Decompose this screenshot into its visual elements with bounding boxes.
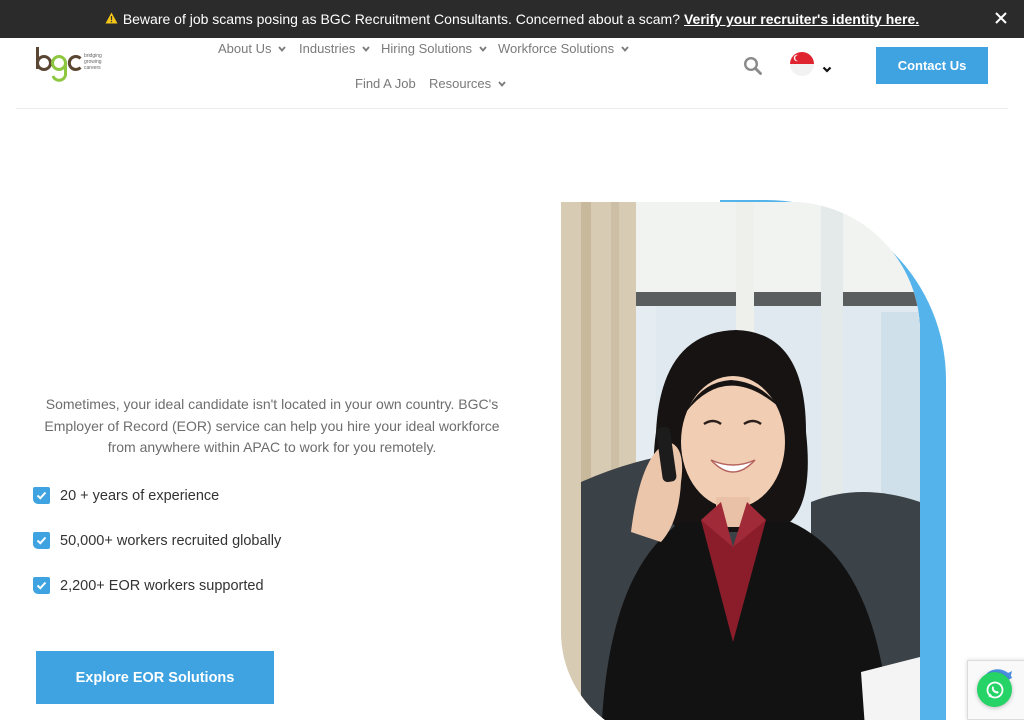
- stat-item: 50,000+ workers recruited globally: [32, 531, 281, 550]
- checkmark-icon: [32, 531, 51, 550]
- scam-alert-bar: Beware of job scams posing as BGC Recrui…: [0, 0, 1024, 38]
- stat-label: 50,000+ workers recruited globally: [60, 532, 282, 549]
- header-divider: [16, 108, 1008, 109]
- hero-photo-woman-on-phone: [561, 202, 920, 720]
- logo-tagline: bridging growing careers: [84, 53, 102, 71]
- nav-hiring-solutions[interactable]: Hiring Solutions: [381, 41, 487, 56]
- whatsapp-icon: [986, 681, 1003, 698]
- close-icon[interactable]: [992, 9, 1010, 27]
- chevron-down-icon: [278, 45, 287, 52]
- chevron-down-icon: [362, 45, 371, 52]
- stat-item: 20 + years of experience: [32, 486, 219, 505]
- verify-recruiter-link[interactable]: Verify your recruiter's identity here.: [684, 11, 919, 27]
- language-chevron-down-icon[interactable]: [822, 60, 832, 78]
- search-icon[interactable]: [743, 56, 763, 76]
- alert-message: Beware of job scams posing as BGC Recrui…: [122, 11, 680, 27]
- nav-resources[interactable]: Resources: [429, 76, 506, 91]
- stat-item: 2,200+ EOR workers supported: [32, 576, 264, 595]
- chevron-down-icon: [498, 80, 506, 87]
- stat-label: 20 + years of experience: [60, 487, 220, 504]
- checkmark-icon: [32, 486, 51, 505]
- nav-industries[interactable]: Industries: [299, 41, 371, 56]
- warning-icon: [105, 11, 118, 27]
- nav-workforce-solutions[interactable]: Workforce Solutions: [498, 41, 629, 56]
- explore-eor-button[interactable]: Explore EOR Solutions: [36, 651, 274, 704]
- contact-us-button[interactable]: Contact Us: [876, 47, 988, 84]
- whatsapp-chat-button[interactable]: [977, 672, 1012, 707]
- singapore-flag-icon[interactable]: [790, 52, 814, 76]
- nav-about-us[interactable]: About Us: [218, 41, 287, 56]
- stat-label: 2,200+ EOR workers supported: [60, 577, 264, 594]
- checkmark-icon: [32, 576, 51, 595]
- hero-intro-text: Sometimes, your ideal candidate isn't lo…: [44, 396, 500, 455]
- chevron-down-icon: [621, 45, 629, 52]
- nav-find-a-job[interactable]: Find A Job: [355, 76, 416, 91]
- chevron-down-icon: [479, 45, 487, 52]
